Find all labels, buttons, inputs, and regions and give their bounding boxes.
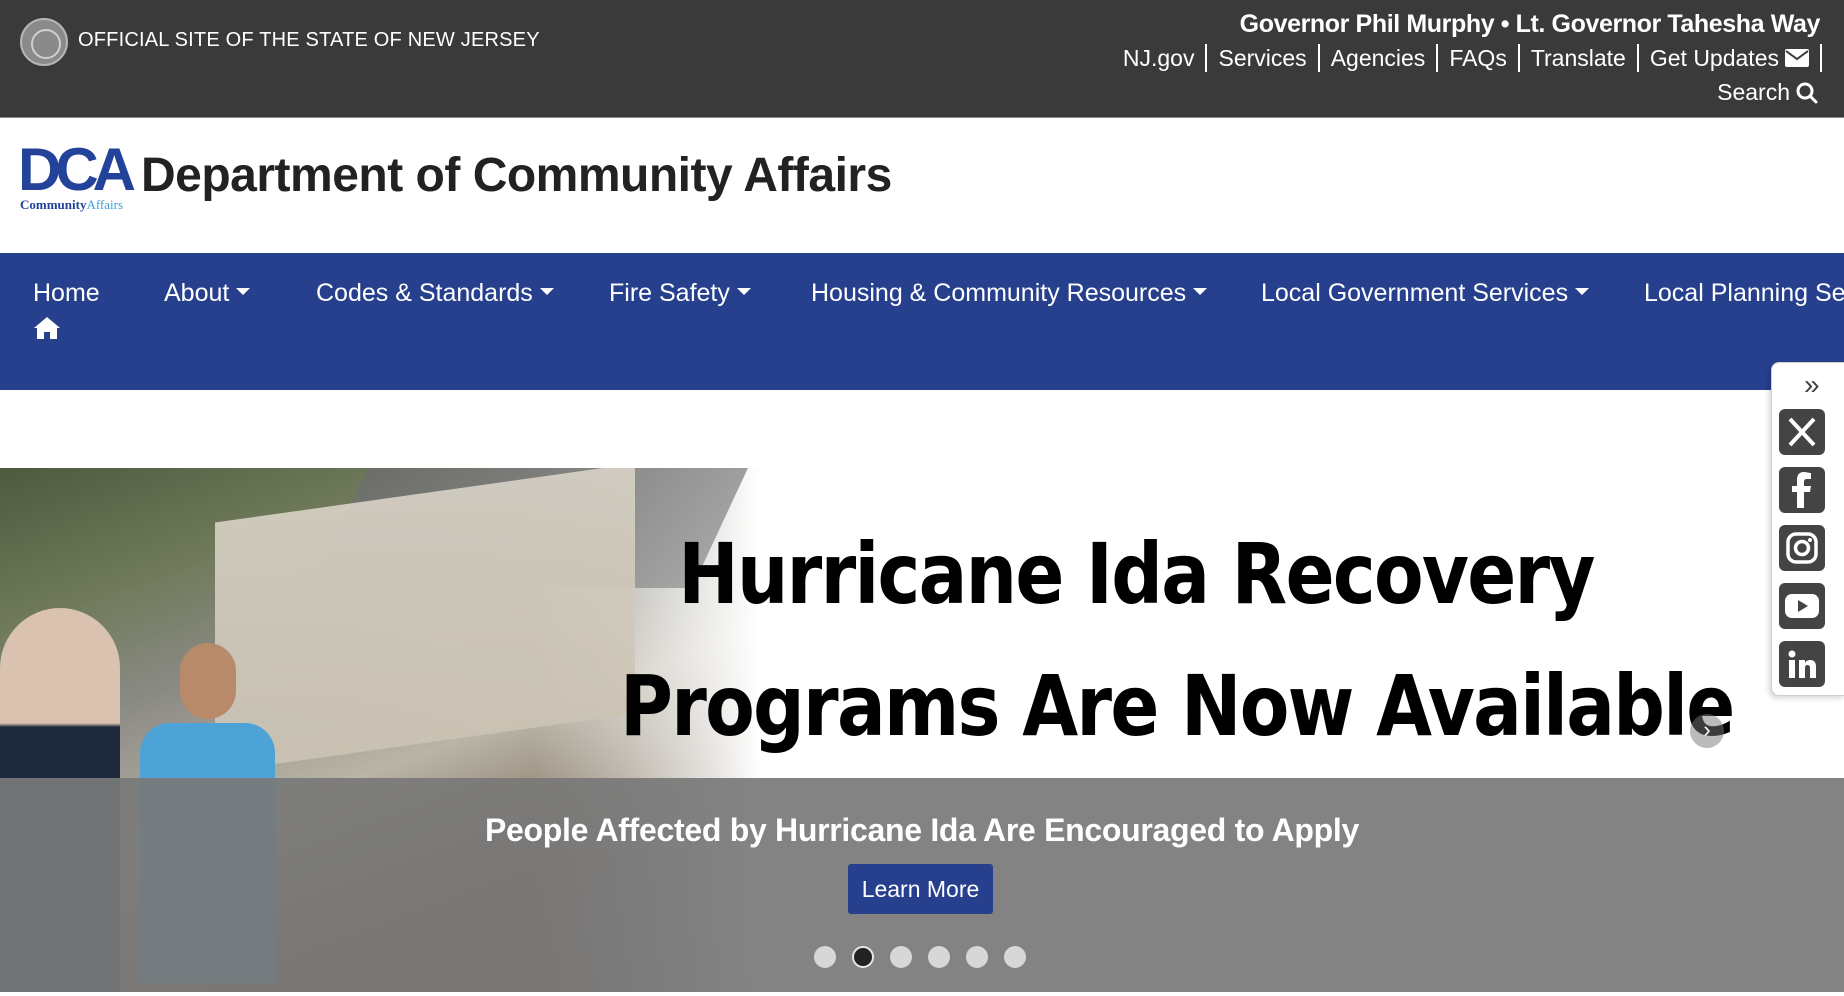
learn-more-button[interactable]: Learn More: [848, 864, 993, 914]
top-link-agencies[interactable]: Agencies: [1320, 44, 1439, 72]
nav-housing-community[interactable]: Housing & Community Resources: [811, 279, 1208, 308]
carousel-dot-2[interactable]: [852, 946, 874, 968]
nav-home[interactable]: Home: [33, 279, 100, 340]
double-chevron-right-icon[interactable]: »: [1804, 371, 1820, 399]
nj-seal-icon: [20, 18, 68, 66]
social-sidebar: »: [1771, 362, 1844, 696]
dca-logo[interactable]: DCA CommunityAffairs: [18, 140, 136, 216]
envelope-icon: [1785, 49, 1809, 67]
dca-logo-subtitle: CommunityAffairs: [20, 197, 124, 212]
hero-carousel: Hurricane Ida Recovery Programs Are Now …: [0, 468, 1844, 992]
top-link-faqs[interactable]: FAQs: [1438, 44, 1520, 72]
governor-line: Governor Phil Murphy • Lt. Governor Tahe…: [1239, 10, 1821, 38]
linkedin-icon[interactable]: [1779, 641, 1825, 687]
carousel-dot-1[interactable]: [814, 946, 836, 968]
home-icon: [34, 317, 60, 339]
top-links: NJ.gov Services Agencies FAQs Translate …: [1112, 44, 1822, 72]
carousel-dot-6[interactable]: [1004, 946, 1026, 968]
x-icon[interactable]: [1779, 409, 1825, 455]
nav-local-planning[interactable]: Local Planning Ser: [1644, 279, 1844, 308]
page-title: Department of Community Affairs: [141, 149, 892, 202]
top-link-services[interactable]: Services: [1207, 44, 1320, 72]
top-link-translate[interactable]: Translate: [1520, 44, 1639, 72]
chevron-down-icon: [1575, 287, 1590, 295]
facebook-icon[interactable]: [1779, 467, 1825, 513]
nav-local-government[interactable]: Local Government Services: [1261, 279, 1590, 308]
chevron-down-icon: [539, 287, 554, 295]
carousel-dot-5[interactable]: [966, 946, 988, 968]
chevron-down-icon: [736, 287, 751, 295]
hero-headline: Hurricane Ida Recovery Programs Are Now …: [620, 525, 1735, 755]
instagram-icon[interactable]: [1779, 525, 1825, 571]
nav-fire-safety[interactable]: Fire Safety: [609, 279, 751, 308]
chevron-down-icon: [236, 287, 251, 295]
dca-logo-text: DCA: [18, 136, 136, 203]
main-nav: Home About Codes & Standards Fire Safety…: [0, 253, 1844, 390]
top-bar: OFFICIAL SITE OF THE STATE OF NEW JERSEY…: [0, 0, 1844, 118]
chevron-down-icon: [1193, 287, 1208, 295]
carousel-dot-3[interactable]: [890, 946, 912, 968]
nav-about[interactable]: About: [164, 279, 251, 308]
hero-caption: People Affected by Hurricane Ida Are Enc…: [484, 812, 1360, 848]
top-link-njgov[interactable]: NJ.gov: [1112, 44, 1208, 72]
official-site-label: OFFICIAL SITE OF THE STATE OF NEW JERSEY: [78, 29, 540, 51]
search-link[interactable]: Search: [1717, 79, 1818, 106]
search-icon: [1796, 82, 1818, 103]
carousel-indicators: [814, 946, 1026, 968]
nav-codes-standards[interactable]: Codes & Standards: [316, 279, 554, 308]
top-link-get-updates[interactable]: Get Updates: [1639, 44, 1822, 72]
carousel-next-button[interactable]: ›: [1690, 714, 1724, 748]
carousel-dot-4[interactable]: [928, 946, 950, 968]
youtube-icon[interactable]: [1779, 583, 1825, 629]
